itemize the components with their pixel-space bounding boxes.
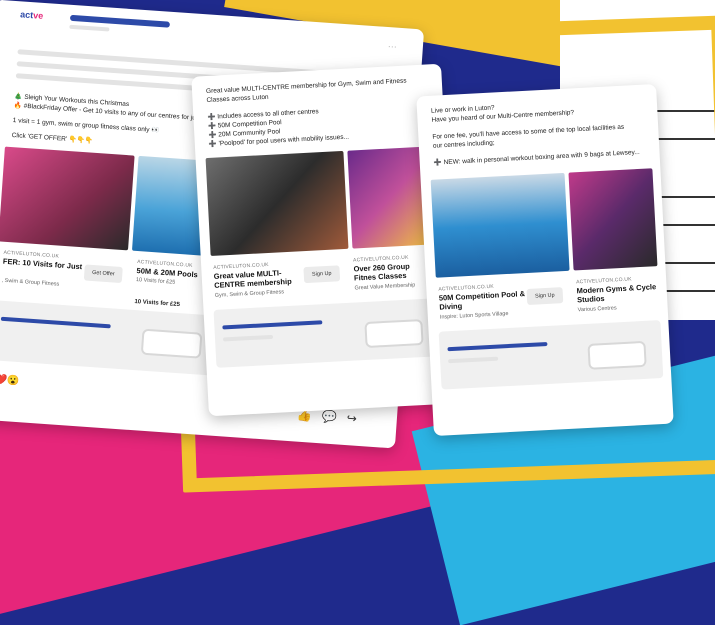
ad-image-cycle-studio [568, 168, 658, 271]
timestamp-placeholder [69, 24, 110, 32]
ad-title: FER: 10 Visits for Just [2, 256, 83, 272]
post-text-line: Great value MULTI-CENTRE membership for … [205, 77, 407, 96]
comment-icon[interactable]: 💬 [321, 409, 337, 424]
ad-title: Over 260 Group Fitnes Classes [353, 261, 410, 283]
more-options-icon[interactable]: ··· [388, 41, 398, 52]
post-text-line: our centres including; [432, 139, 495, 150]
ad-desc: Various Centres [577, 305, 617, 314]
post-text-line: ➕ NEW: walk in personal workout boxing a… [433, 148, 640, 167]
ad-image-boxing [205, 150, 349, 257]
ad-desc: Inspire: Luton Sports Village [439, 310, 509, 321]
ad-desc: 10 Visits for £25 [135, 277, 176, 286]
brand-logo: actve [19, 9, 44, 21]
ad-image-competition-pool [430, 172, 570, 278]
sign-up-button[interactable]: Sign Up [526, 287, 564, 305]
ad-desc: , Swim & Group Fitness [1, 277, 60, 288]
ad-extra: 10 Visits for £25 [134, 298, 181, 309]
ad-desc: Gym, Swim & Group Fitness [214, 289, 285, 299]
share-icon[interactable]: ↪ [346, 411, 357, 426]
post-text-line: Click 'GET OFFER' 👇👇👇 [11, 132, 94, 145]
ad-desc: Great Value Membership [354, 282, 416, 292]
ad-title: 50M Competition Pool & Diving [438, 289, 526, 312]
reactions: ❤️😮 [0, 374, 20, 388]
placeholder-button[interactable] [140, 328, 203, 359]
sign-up-button[interactable]: Sign Up [303, 265, 341, 284]
post-text-line: For one fee, you'll have access to some … [432, 123, 625, 141]
get-offer-button[interactable]: Get Offer [83, 264, 123, 284]
post-text-line: Classes across Luton [206, 93, 269, 105]
ad-image-gym-class [0, 146, 135, 251]
ad-post-card-3: Live or work in Luton? Have you heard of… [416, 83, 674, 437]
ad-title: Great value MULTI-CENTRE membership [213, 268, 292, 290]
ad-title: Modern Gyms & Cycle Studios [576, 282, 657, 305]
placeholder-button[interactable] [587, 340, 647, 370]
placeholder-button[interactable] [364, 319, 424, 349]
